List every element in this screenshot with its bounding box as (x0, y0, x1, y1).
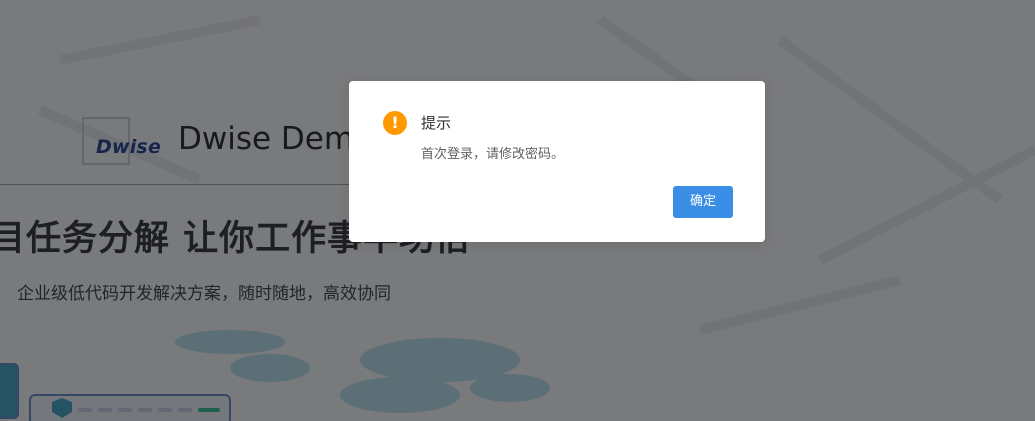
confirm-button[interactable]: 确定 (673, 186, 733, 218)
dialog-message: 首次登录，请修改密码。 (421, 147, 565, 162)
warning-icon: ! (383, 111, 407, 135)
message-dialog: ! 提示 首次登录，请修改密码。 确定 (349, 81, 765, 242)
dialog-title: 提示 (421, 114, 452, 132)
login-page: Dwise Dwise Demo 目任务分解 让你工作事半功倍 企业级低代码开发… (0, 0, 1035, 421)
